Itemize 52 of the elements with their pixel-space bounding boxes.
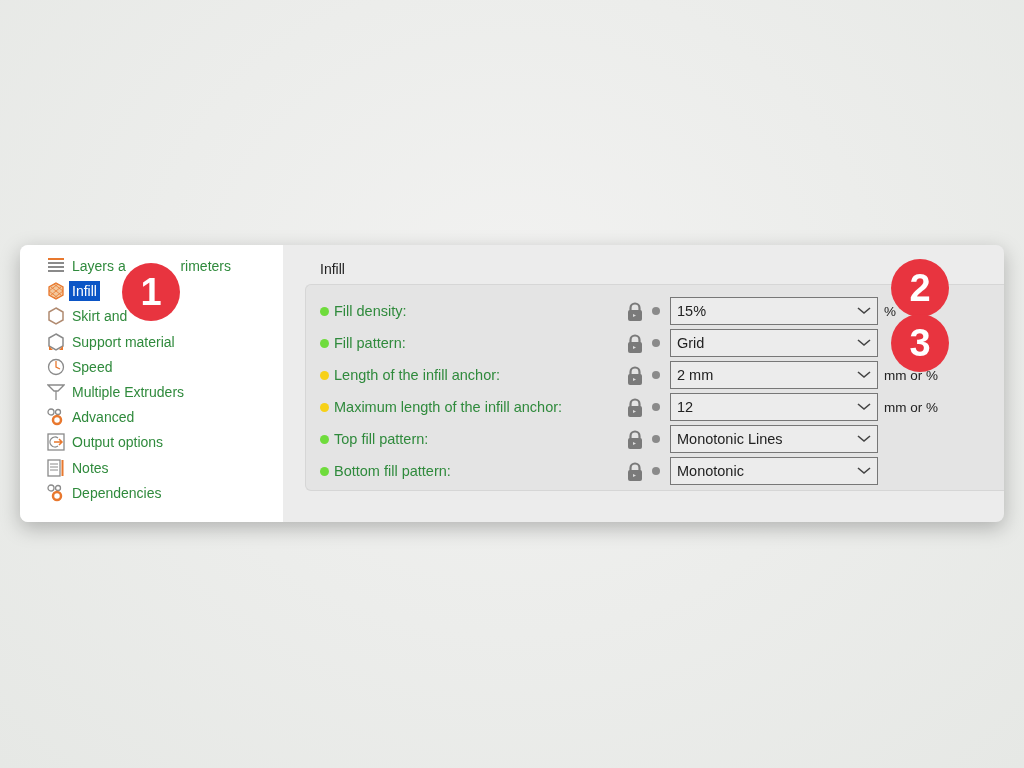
chevron-icon (857, 307, 871, 315)
dropdown[interactable]: Grid (670, 329, 878, 357)
lock-icon[interactable] (627, 429, 643, 449)
sidebar-item-label[interactable]: rimeters (180, 258, 231, 275)
dropdown[interactable]: 2 mm (670, 361, 878, 389)
reset-dot[interactable] (652, 435, 660, 443)
sidebar-item[interactable]: Infill (69, 281, 100, 302)
chevron-icon (857, 435, 871, 443)
dropdown[interactable]: Monotonic (670, 457, 878, 485)
sidebar-item[interactable]: Output options (72, 434, 164, 451)
chevron-icon (857, 371, 871, 379)
export-icon (47, 433, 65, 452)
gears-icon (47, 483, 65, 502)
gears-icon (47, 408, 65, 427)
dropdown[interactable]: 12 (670, 393, 878, 421)
nozzle-icon (47, 383, 65, 402)
setting-label: Maximum length of the infill anchor: (334, 399, 564, 415)
lock-icon[interactable] (627, 301, 643, 321)
sidebar-item[interactable]: Notes (72, 459, 109, 476)
sidebar-item[interactable]: Advanced (72, 409, 135, 426)
setting-label: Top fill pattern: (334, 431, 430, 447)
hexagon-icon (47, 307, 65, 326)
support-icon (47, 332, 65, 351)
sidebar-item[interactable]: Speed (72, 358, 113, 375)
notes-icon (47, 458, 65, 477)
sidebar-item[interactable]: Dependencies (72, 484, 162, 501)
chevron-icon (857, 403, 871, 411)
infill-icon (47, 282, 65, 301)
unit-label: mm or % (884, 399, 938, 415)
sidebar-item[interactable]: Layers a (72, 258, 126, 275)
chevron-icon (857, 467, 871, 475)
clock-icon (47, 357, 65, 376)
lock-icon[interactable] (627, 333, 643, 353)
dropdown[interactable]: 15% (670, 297, 878, 325)
chevron-icon (857, 339, 871, 347)
reset-dot[interactable] (652, 371, 660, 379)
sidebar-item[interactable]: Support material (72, 333, 175, 350)
reset-dot[interactable] (652, 339, 660, 347)
reset-dot[interactable] (652, 403, 660, 411)
lock-icon[interactable] (627, 365, 643, 385)
setting-label: Length of the infill anchor: (334, 367, 502, 383)
reset-dot[interactable] (652, 307, 660, 315)
setting-label: Fill pattern: (334, 335, 407, 351)
dropdown[interactable]: Monotonic Lines (670, 425, 878, 453)
sidebar-item[interactable]: Skirt and (72, 308, 128, 325)
setting-label: Bottom fill pattern: (334, 463, 452, 479)
reset-dot[interactable] (652, 467, 660, 475)
lock-icon[interactable] (627, 461, 643, 481)
sidebar-item[interactable]: Multiple Extruders (72, 384, 185, 401)
lock-icon[interactable] (627, 397, 643, 417)
setting-label: Fill density: (334, 303, 408, 319)
section-title: Infill (320, 261, 345, 277)
